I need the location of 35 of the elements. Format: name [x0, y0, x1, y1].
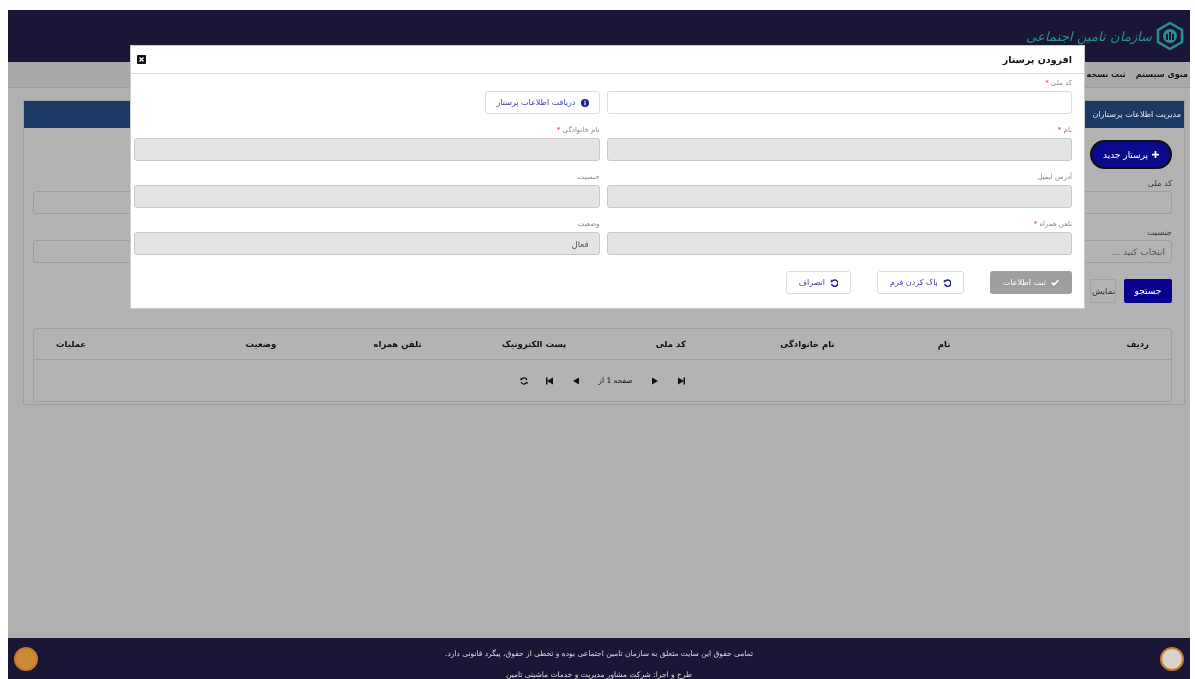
column-header: ردیف: [1125, 339, 1149, 349]
nav-menu-item[interactable]: منوی سیستم: [1135, 70, 1188, 79]
plus-icon: [1152, 151, 1160, 158]
column-header: کد ملی: [654, 339, 687, 349]
new-nurse-button[interactable]: پرستار جدید: [1090, 140, 1172, 169]
dialog-title: افزودن پرستار: [1002, 54, 1072, 65]
logo-icon: [1156, 22, 1184, 50]
column-header: وضعیت: [244, 339, 278, 349]
cancel-button[interactable]: انصراف: [785, 271, 852, 294]
undo-icon: [942, 278, 951, 287]
info-icon: [580, 98, 589, 107]
fetch-info-button[interactable]: دریافت اطلاعات پرستار: [485, 91, 600, 114]
first-page-icon[interactable]: [546, 376, 555, 385]
input-field[interactable]: [606, 91, 1072, 114]
filter-label: جنسیت: [1147, 228, 1172, 238]
avatar[interactable]: [14, 646, 38, 671]
column-header: تلفن همراه: [372, 339, 423, 349]
column-header: نام خانوادگی: [779, 339, 836, 349]
previous-page-icon[interactable]: [572, 376, 581, 385]
filter-label: کد ملی: [1147, 179, 1172, 189]
last-page-icon[interactable]: [676, 376, 685, 385]
reset-form-button[interactable]: پاک کردن فرم: [877, 271, 964, 294]
next-page-icon[interactable]: [650, 376, 659, 385]
column-header: عملیات: [56, 339, 88, 349]
search-button[interactable]: جستجو: [1124, 279, 1172, 303]
logo-text: سازمان تامین اجتماعی: [1025, 28, 1152, 44]
close-icon[interactable]: [137, 55, 146, 64]
nav-menu-item[interactable]: ثبت نسخه: [1086, 70, 1126, 79]
column-header: نام: [936, 339, 952, 349]
show-button[interactable]: نمایش: [1090, 279, 1116, 303]
undo-icon: [830, 278, 839, 287]
avatar[interactable]: [1160, 646, 1184, 671]
refresh-icon[interactable]: [520, 376, 529, 385]
column-header: پست الکترونیک: [501, 339, 568, 349]
check-icon: [1051, 279, 1059, 286]
